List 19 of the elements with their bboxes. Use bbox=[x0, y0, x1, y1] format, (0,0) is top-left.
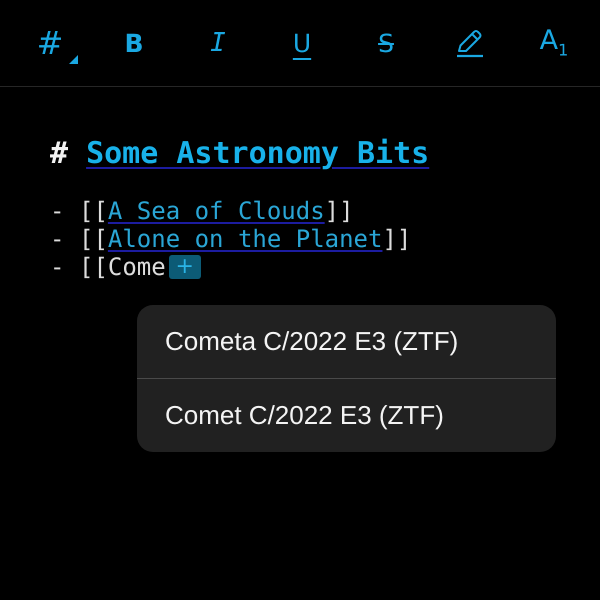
note-link[interactable]: A Sea of Clouds bbox=[108, 197, 325, 225]
heading-marker: # bbox=[50, 135, 68, 173]
underline-button[interactable]: U bbox=[260, 18, 344, 68]
pencil-icon bbox=[455, 28, 485, 58]
suggestion-item[interactable]: Cometa C/2022 E3 (ZTF) bbox=[137, 305, 556, 378]
typed-text: [[Come bbox=[79, 253, 166, 281]
strikethrough-button[interactable]: S bbox=[344, 18, 428, 68]
note-link[interactable]: Alone on the Planet bbox=[108, 225, 382, 253]
wiki-link-line: [[Alone on the Planet]] bbox=[79, 225, 412, 253]
suggestion-item[interactable]: Comet C/2022 E3 (ZTF) bbox=[137, 379, 556, 452]
italic-button[interactable]: I bbox=[176, 18, 260, 68]
text-style-button[interactable]: A$_{1}$ bbox=[512, 18, 596, 68]
bold-button[interactable]: B bbox=[92, 18, 176, 68]
list-bullet: - bbox=[50, 225, 66, 253]
list-bullet: - bbox=[50, 253, 66, 281]
heading-text: Some Astronomy Bits bbox=[86, 135, 430, 173]
heading-button[interactable]: # bbox=[20, 18, 80, 68]
wiki-link-line: [[A Sea of Clouds]] bbox=[79, 197, 354, 225]
list-bullet: - bbox=[50, 197, 66, 225]
